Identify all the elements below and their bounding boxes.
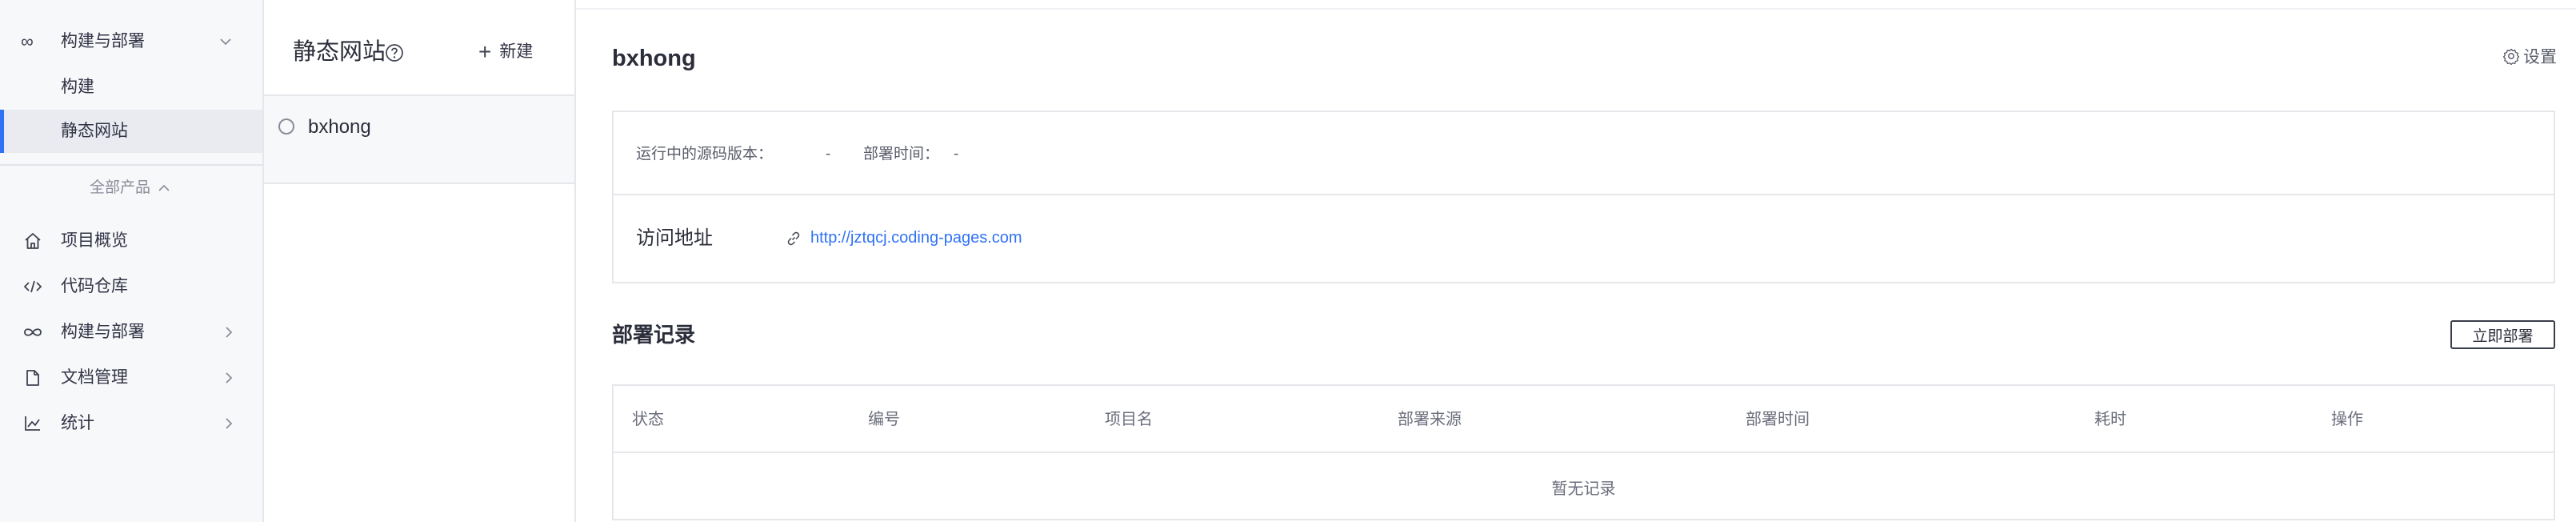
sidebar-item-label: 构建 <box>61 78 94 96</box>
code-icon <box>23 280 42 293</box>
sidebar-item-build-deploy[interactable]: 构建与部署 <box>0 312 262 352</box>
plus-icon: + <box>478 39 492 64</box>
settings-label: 设置 <box>2523 48 2557 66</box>
new-site-button[interactable]: + 新建 <box>478 40 533 64</box>
new-site-label: 新建 <box>499 42 534 61</box>
static-site-list-pane: 静态网站 + 新建 bxhong <box>264 0 576 522</box>
page-title: bxhong <box>612 46 696 71</box>
running-version-value: - <box>826 146 831 163</box>
gear-icon <box>2502 48 2520 65</box>
site-name: bxhong <box>308 116 371 138</box>
column-header: 操作 <box>2331 411 2363 428</box>
access-label: 访问地址 <box>636 227 713 249</box>
infinity-icon <box>24 328 42 336</box>
sidebar-item-stats[interactable]: 统计 <box>0 404 262 444</box>
nav-group-build-deploy[interactable]: ∞ 构建与部署 <box>0 24 262 59</box>
sidebar-item-label: 静态网站 <box>61 122 128 140</box>
all-products-toggle[interactable]: 全部产品 <box>0 173 262 202</box>
empty-state: 暂无记录 <box>1551 480 1616 498</box>
column-header: 项目名 <box>1105 411 1153 428</box>
chevron-down-icon <box>220 38 231 46</box>
list-title: 静态网站 <box>293 39 386 65</box>
help-icon[interactable] <box>384 42 405 63</box>
list-header: 静态网站 + 新建 <box>264 0 574 94</box>
column-header: 部署来源 <box>1398 411 1462 428</box>
sidebar-item-static-site[interactable]: 静态网站 <box>0 110 262 153</box>
access-url-link[interactable]: http://jztqcj.coding-pages.com <box>810 227 1022 248</box>
table-header: 状态 编号 项目名 部署来源 部署时间 耗时 操作 <box>614 386 2554 453</box>
column-header: 部署时间 <box>1746 411 1810 428</box>
home-icon <box>25 233 41 249</box>
chevron-right-icon <box>226 327 233 338</box>
sidebar-item-label: 项目概览 <box>61 231 128 250</box>
sidebar-item-code-repo[interactable]: 代码仓库 <box>0 267 262 307</box>
column-header: 状态 <box>632 411 664 428</box>
version-row: 运行中的源码版本： - 部署时间： - <box>614 112 2554 195</box>
nav-group-label: 构建与部署 <box>61 32 145 50</box>
sidebar-item-label: 统计 <box>61 414 94 432</box>
sidebar-item-build[interactable]: 构建 <box>0 66 262 109</box>
chevron-up-icon <box>158 184 170 191</box>
deploy-records-table: 状态 编号 项目名 部署来源 部署时间 耗时 操作 暂无记录 <box>612 384 2555 520</box>
sidebar-item-docs[interactable]: 文档管理 <box>0 358 262 398</box>
column-header: 耗时 <box>2094 411 2126 428</box>
site-info-panel: 运行中的源码版本： - 部署时间： - 访问地址 http://jztqcj.c… <box>612 110 2555 283</box>
chevron-right-icon <box>226 372 233 383</box>
sidebar-item-label: 文档管理 <box>61 368 128 387</box>
settings-button[interactable]: 设置 <box>2502 45 2557 67</box>
deploy-time-value: - <box>954 146 959 163</box>
status-circle-icon <box>278 118 294 135</box>
running-version-label: 运行中的源码版本： <box>636 146 774 163</box>
top-border <box>576 0 2576 10</box>
deploy-now-button[interactable]: 立即部署 <box>2450 320 2555 349</box>
infinity-icon: ∞ <box>21 31 34 51</box>
deploy-time-label: 部署时间： <box>863 146 940 163</box>
list-item[interactable]: bxhong <box>264 94 574 184</box>
divider <box>0 164 262 166</box>
column-header: 编号 <box>868 411 900 428</box>
chevron-right-icon <box>226 418 233 429</box>
chart-icon <box>25 416 40 431</box>
link-icon <box>787 231 800 246</box>
site-detail: bxhong 设置 运行中的源码版本： - 部署时间： - 访问地址 http:… <box>576 0 2576 522</box>
all-products-label: 全部产品 <box>90 179 151 196</box>
sidebar-item-label: 代码仓库 <box>61 277 128 295</box>
left-sidebar: ∞ 构建与部署 构建 静态网站 全部产品 项目概览 代码仓库 构建与部署 文档管… <box>0 0 264 522</box>
sidebar-item-label: 构建与部署 <box>61 323 145 341</box>
deploy-records-title: 部署记录 <box>612 323 696 347</box>
sidebar-item-project-overview[interactable]: 项目概览 <box>0 221 262 261</box>
document-icon <box>26 370 39 386</box>
